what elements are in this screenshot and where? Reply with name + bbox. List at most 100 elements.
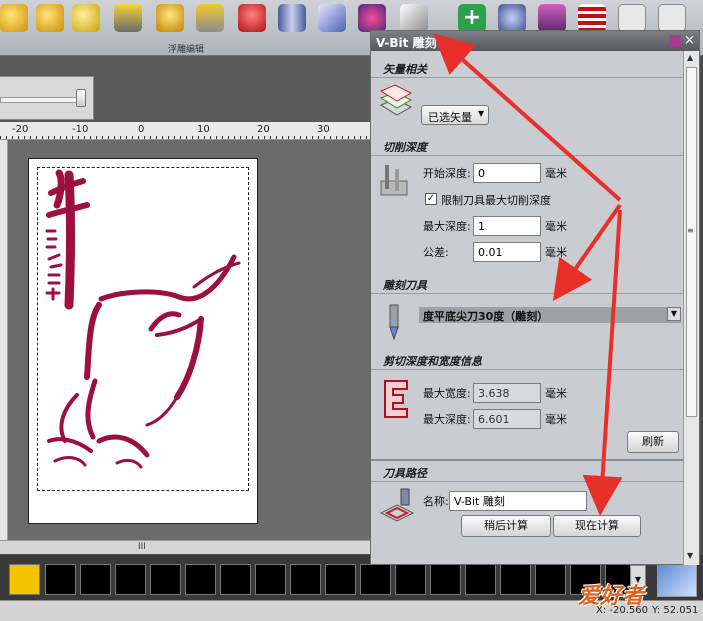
relief-tool-icon[interactable] [578, 4, 606, 32]
section-info-heading: 剪切深度和宽度信息 [383, 355, 482, 368]
ruler-tick [222, 136, 223, 139]
info-max-depth-label: 最大深度: [423, 413, 471, 426]
scroll-down-icon[interactable]: ▼ [687, 551, 693, 560]
color-swatch[interactable] [360, 564, 391, 595]
horizontal-scrollbar[interactable]: III [0, 540, 370, 554]
relief-tool-icon[interactable] [318, 4, 346, 32]
toolpath-name-input[interactable] [449, 491, 587, 511]
panel-vertical-scrollbar[interactable]: ▲ ≡ ▼ [683, 51, 699, 565]
calculate-now-button[interactable]: 现在计算 [553, 515, 641, 537]
ruler-tick [138, 136, 139, 139]
chevron-down-icon: ▼ [478, 109, 485, 118]
limit-depth-checkbox[interactable]: ✓ [425, 193, 437, 205]
color-swatch[interactable] [395, 564, 426, 595]
vector-select-label: 已选矢量 [428, 111, 472, 124]
ruler-tick [180, 136, 181, 139]
slider-track[interactable] [0, 97, 80, 103]
ruler-label: -20 [12, 124, 29, 135]
relief-tool-icon[interactable] [658, 4, 686, 32]
section-depth-heading: 切削深度 [383, 141, 427, 154]
color-swatch[interactable] [220, 564, 251, 595]
ruler-tick [216, 136, 217, 139]
relief-tool-icon[interactable] [72, 4, 100, 32]
ruler-tick [156, 136, 157, 139]
canvas-area[interactable] [0, 140, 370, 540]
color-swatch[interactable] [290, 564, 321, 595]
relief-tool-icon[interactable] [36, 4, 64, 32]
relief-tool-icon[interactable] [114, 4, 142, 32]
unit-label: 毫米 [545, 167, 567, 180]
color-swatch[interactable] [150, 564, 181, 595]
color-swatch[interactable] [430, 564, 461, 595]
ruler-tick [270, 136, 271, 139]
ruler-tick [312, 136, 313, 139]
color-swatch[interactable] [535, 564, 566, 595]
color-swatch[interactable] [115, 564, 146, 595]
calculate-later-button[interactable]: 稍后计算 [461, 515, 551, 537]
ruler-tick [192, 136, 193, 139]
info-max-depth-value [473, 409, 541, 429]
ruler-tick [150, 136, 151, 139]
vector-select-dropdown[interactable]: 已选矢量 ▼ [421, 105, 489, 125]
tool-name-field[interactable]: 度平底尖刀30度（雕刻） [419, 307, 681, 323]
ruler-tick [252, 136, 253, 139]
max-depth-input[interactable] [473, 216, 541, 236]
vase-icon[interactable] [498, 4, 526, 32]
material-sheet[interactable] [28, 158, 258, 524]
divider [371, 481, 683, 482]
section-info: 剪切深度和宽度信息 [371, 349, 683, 369]
ruler-tick [48, 136, 49, 139]
ruler-tick [42, 136, 43, 139]
scroll-thumb[interactable] [686, 67, 697, 417]
color-swatch[interactable] [185, 564, 216, 595]
slider-thumb[interactable] [76, 89, 86, 107]
tool-select-arrow-icon[interactable]: ▼ [667, 307, 681, 321]
relief-tool-icon[interactable] [0, 4, 28, 32]
ruler-tick [264, 136, 265, 139]
relief-tool-icon[interactable] [400, 4, 428, 32]
color-swatch[interactable] [80, 564, 111, 595]
ruler-tick [288, 136, 289, 139]
ruler-label: 10 [197, 124, 210, 135]
relief-tool-icon[interactable] [156, 4, 184, 32]
ruler-tick [120, 136, 121, 139]
relief-tool-icon[interactable] [238, 4, 266, 32]
ruler-tick [348, 136, 349, 139]
section-vector: 矢量相关 [371, 57, 683, 77]
relief-tool-icon[interactable] [358, 4, 386, 32]
ruler-tick [108, 136, 109, 139]
engraved-letter-e-icon [384, 380, 408, 418]
relief-tool-icon[interactable] [196, 4, 224, 32]
color-swatch[interactable] [465, 564, 496, 595]
limit-depth-label: 限制刀具最大切削深度 [441, 194, 551, 207]
color-swatch[interactable] [45, 564, 76, 595]
pin-icon[interactable] [669, 35, 681, 47]
ruler-tick [30, 136, 31, 139]
watermark-logo: 爱好者 [578, 584, 645, 609]
relief-tool-icon[interactable] [618, 4, 646, 32]
ruler-tick [366, 136, 367, 139]
color-swatch[interactable] [325, 564, 356, 595]
ox-calligraphy-artwork[interactable] [29, 159, 259, 525]
vbit-tool-thumb-icon[interactable] [657, 563, 697, 597]
color-swatch[interactable] [500, 564, 531, 595]
toolpath-name-label: 名称: [423, 495, 449, 508]
ruler-tick [354, 136, 355, 139]
relief-tool-icon[interactable] [538, 4, 566, 32]
color-swatch-selected[interactable] [9, 564, 40, 595]
scroll-up-icon[interactable]: ▲ [687, 53, 693, 62]
close-icon[interactable]: × [684, 33, 695, 48]
ruler-tick [198, 136, 199, 139]
ruler-tick [72, 136, 73, 139]
start-depth-input[interactable] [473, 163, 541, 183]
ruler-tick [96, 136, 97, 139]
unit-label: 毫米 [545, 387, 567, 400]
scroll-grip-icon[interactable]: III [138, 542, 146, 552]
add-cross-icon[interactable]: + [458, 4, 486, 32]
tolerance-input[interactable] [473, 242, 541, 262]
relief-tool-icon[interactable] [278, 4, 306, 32]
refresh-button[interactable]: 刷新 [627, 431, 679, 453]
unit-label: 毫米 [545, 413, 567, 426]
ruler-tick [282, 136, 283, 139]
color-swatch[interactable] [255, 564, 286, 595]
